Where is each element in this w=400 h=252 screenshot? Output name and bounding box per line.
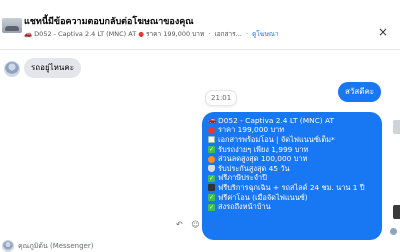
message-line-text: เอกสารพร้อมโอน | จัดไฟแนนซ์เต็ม* [218, 135, 335, 144]
shield-icon [208, 165, 215, 173]
message-line-text: รับประกันสูงสุด 45 วัน [218, 163, 290, 173]
message-line-text: ส่งรถถึงหน้าบ้าน [218, 202, 271, 212]
red-dot-icon: ● [138, 30, 144, 38]
chat-header: แชทนี้มีข้อความตอบกลับต่อโฆษณาของคุณ 🚗 D… [0, 0, 400, 50]
next-message-row: คุณภูมิต้น (Messenger) [0, 240, 400, 252]
phone-icon [208, 184, 215, 192]
message-line-text: ราคา 199,000 บาท [218, 125, 285, 135]
separator: · [208, 30, 211, 38]
read-receipt-avatar [390, 228, 397, 235]
check-icon: ✓ [208, 194, 215, 202]
message-line: รับประกันสูงสุด 45 วัน [208, 164, 376, 174]
message-line: ✓ ฟรีภาษีประจำปี [208, 174, 376, 184]
right-panel-edge [393, 120, 400, 134]
incoming-message: รถอยู่ไหนคะ [24, 58, 82, 78]
message-line-text: ฟรีค่าโอน (เมื่อจัดไฟแนนซ์) [218, 192, 308, 202]
header-title: แชทนี้มีข้อความตอบกลับต่อโฆษณาของคุณ [24, 17, 194, 27]
outgoing-greeting: สวัสดีคะ [338, 82, 382, 102]
listing-price: ราคา 199,000 บาท [146, 30, 205, 38]
avatar[interactable] [2, 240, 14, 252]
message-line: 🚗 D052 - Captiva 2.4 LT (MNC) AT [208, 116, 376, 126]
message-line: เอกสารพร้อมโอน | จัดไฟแนนซ์เต็ม* [208, 135, 376, 145]
car-icon: 🚗 [24, 30, 33, 38]
message-line: ✓ ฟรีค่าโอน (เมื่อจัดไฟแนนซ์) [208, 193, 376, 203]
message-line-text: ฟรีภาษีประจำปี [218, 173, 267, 183]
listing-thumbnail[interactable] [2, 18, 22, 33]
message-line-text: ฟรีบริการฉุกเฉิน + รถสไลด์ 24 ชม. นาน 1 … [218, 183, 365, 192]
separator: · [245, 30, 248, 38]
listing-code: D052 - Captiva 2.4 LT (MNC) AT [34, 30, 137, 38]
check-icon: ✓ [208, 146, 215, 154]
message-line: ✓ รับรถง่ายๆ เพียง 1,999 บาท [208, 145, 376, 155]
message-line: ส่วนลดสูงสุด 100,000 บาท [208, 154, 376, 164]
car-icon: 🚗 [208, 116, 217, 125]
message-line: ราคา 199,000 บาท [208, 126, 376, 136]
sender-name: คุณภูมิต้น (Messenger) [18, 242, 94, 250]
check-icon: ✓ [208, 203, 215, 211]
message-line-text: รับรถง่ายๆ เพียง 1,999 บาท [218, 144, 309, 154]
close-icon[interactable]: × [378, 26, 388, 38]
message-line-text: D052 - Captiva 2.4 LT (MNC) AT [218, 116, 334, 126]
view-ad-link[interactable]: ดูโฆษณา [252, 30, 279, 38]
message-line-text: ส่วนลดสูงสุด 100,000 บาท [218, 154, 308, 164]
outgoing-listing-message: 🚗 D052 - Captiva 2.4 LT (MNC) AT ราคา 199… [202, 112, 382, 240]
message-line: ฟรีบริการฉุกเฉิน + รถสไลด์ 24 ชม. นาน 1 … [208, 183, 376, 193]
right-panel-edge [393, 205, 400, 219]
orange-circle-icon [208, 155, 215, 163]
avatar[interactable] [4, 61, 20, 77]
message-timestamp: 21:01 [205, 90, 238, 106]
listing-summary: 🚗 D052 - Captiva 2.4 LT (MNC) AT ● ราคา … [24, 29, 279, 39]
message-actions[interactable]: ↶ ☺ ⋮ [176, 220, 219, 229]
listing-more: เอกสาร... [214, 30, 242, 38]
check-icon: ✓ [208, 174, 215, 182]
red-circle-icon [208, 126, 215, 134]
document-icon [208, 136, 215, 144]
message-line: ✓ ส่งรถถึงหน้าบ้าน [208, 202, 376, 212]
